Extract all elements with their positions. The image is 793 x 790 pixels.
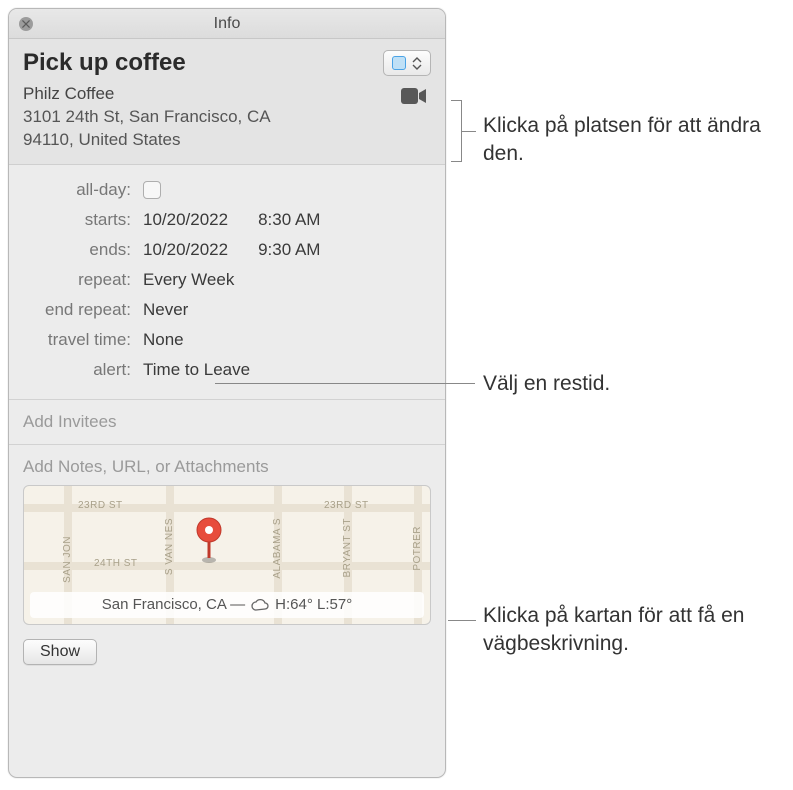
weather-city: San Francisco, CA — <box>102 596 245 613</box>
starts-date[interactable]: 10/20/2022 <box>143 210 228 230</box>
repeat-value[interactable]: Every Week <box>143 270 234 290</box>
street-label: 23RD ST <box>324 500 369 511</box>
alert-value[interactable]: Time to Leave <box>143 360 250 380</box>
location-address-line1: 3101 24th St, San Francisco, CA <box>23 106 271 129</box>
row-alert: alert: Time to Leave <box>23 355 431 385</box>
all-day-checkbox[interactable] <box>143 181 161 199</box>
row-all-day: all-day: <box>23 175 431 205</box>
row-repeat: repeat: Every Week <box>23 265 431 295</box>
callout-bracket <box>452 100 462 162</box>
end-repeat-value[interactable]: Never <box>143 300 188 320</box>
label-all-day: all-day: <box>23 180 143 200</box>
callout-leader <box>215 383 475 384</box>
footer: Show <box>9 625 445 679</box>
street-label: POTRER <box>412 526 423 571</box>
close-window-button[interactable] <box>19 17 33 31</box>
travel-time-value[interactable]: None <box>143 330 184 350</box>
callout-travel-time: Välj en restid. <box>483 370 610 398</box>
ends-date[interactable]: 10/20/2022 <box>143 240 228 260</box>
weather-strip: San Francisco, CA — H:64° L:57° <box>30 592 424 618</box>
street-label: 24TH ST <box>94 558 138 569</box>
label-repeat: repeat: <box>23 270 143 290</box>
location-map[interactable]: 23RD ST 23RD ST 24TH ST S VAN NES ALABAM… <box>23 485 431 625</box>
video-camera-icon <box>401 87 427 105</box>
callout-map: Klicka på kartan för att få en vägbeskri… <box>483 602 783 659</box>
calendar-color-swatch <box>392 56 406 70</box>
location-block[interactable]: Philz Coffee 3101 24th St, San Francisco… <box>23 83 271 152</box>
label-ends: ends: <box>23 240 143 260</box>
up-down-chevron-icon <box>410 57 424 70</box>
weather-temps: H:64° L:57° <box>275 596 352 613</box>
street-label: BRYANT ST <box>342 518 353 578</box>
cloud-icon <box>251 598 269 612</box>
event-details: all-day: starts: 10/20/2022 8:30 AM ends… <box>9 165 445 400</box>
location-address-line2: 94110, United States <box>23 129 271 152</box>
show-button[interactable]: Show <box>23 639 97 665</box>
add-invitees-field[interactable]: Add Invitees <box>9 400 445 445</box>
row-travel-time: travel time: None <box>23 325 431 355</box>
add-notes-field[interactable]: Add Notes, URL, or Attachments <box>9 445 445 483</box>
label-starts: starts: <box>23 210 143 230</box>
window-title: Info <box>9 15 445 33</box>
row-ends: ends: 10/20/2022 9:30 AM <box>23 235 431 265</box>
ends-time[interactable]: 9:30 AM <box>258 240 320 260</box>
calendar-picker[interactable] <box>383 50 431 76</box>
event-title[interactable]: Pick up coffee <box>23 49 186 77</box>
label-travel-time: travel time: <box>23 330 143 350</box>
label-end-repeat: end repeat: <box>23 300 143 320</box>
video-call-button[interactable] <box>397 83 431 109</box>
label-alert: alert: <box>23 360 143 380</box>
row-starts: starts: 10/20/2022 8:30 AM <box>23 205 431 235</box>
street-label: ALABAMA S <box>272 518 283 579</box>
map-pin-icon <box>194 516 224 569</box>
callout-leader <box>462 131 476 132</box>
street-label: 23RD ST <box>78 500 123 511</box>
titlebar: Info <box>9 9 445 39</box>
location-name: Philz Coffee <box>23 83 271 106</box>
street-label: S VAN NES <box>164 518 175 575</box>
street-label: SAN JON <box>62 536 73 583</box>
starts-time[interactable]: 8:30 AM <box>258 210 320 230</box>
event-info-window: Info Pick up coffee Philz Coffee 3101 24… <box>8 8 446 778</box>
event-header: Pick up coffee Philz Coffee 3101 24th St… <box>9 39 445 165</box>
row-end-repeat: end repeat: Never <box>23 295 431 325</box>
callout-location: Klicka på platsen för att ändra den. <box>483 112 783 169</box>
callout-leader <box>448 620 476 621</box>
window-controls <box>19 17 33 31</box>
